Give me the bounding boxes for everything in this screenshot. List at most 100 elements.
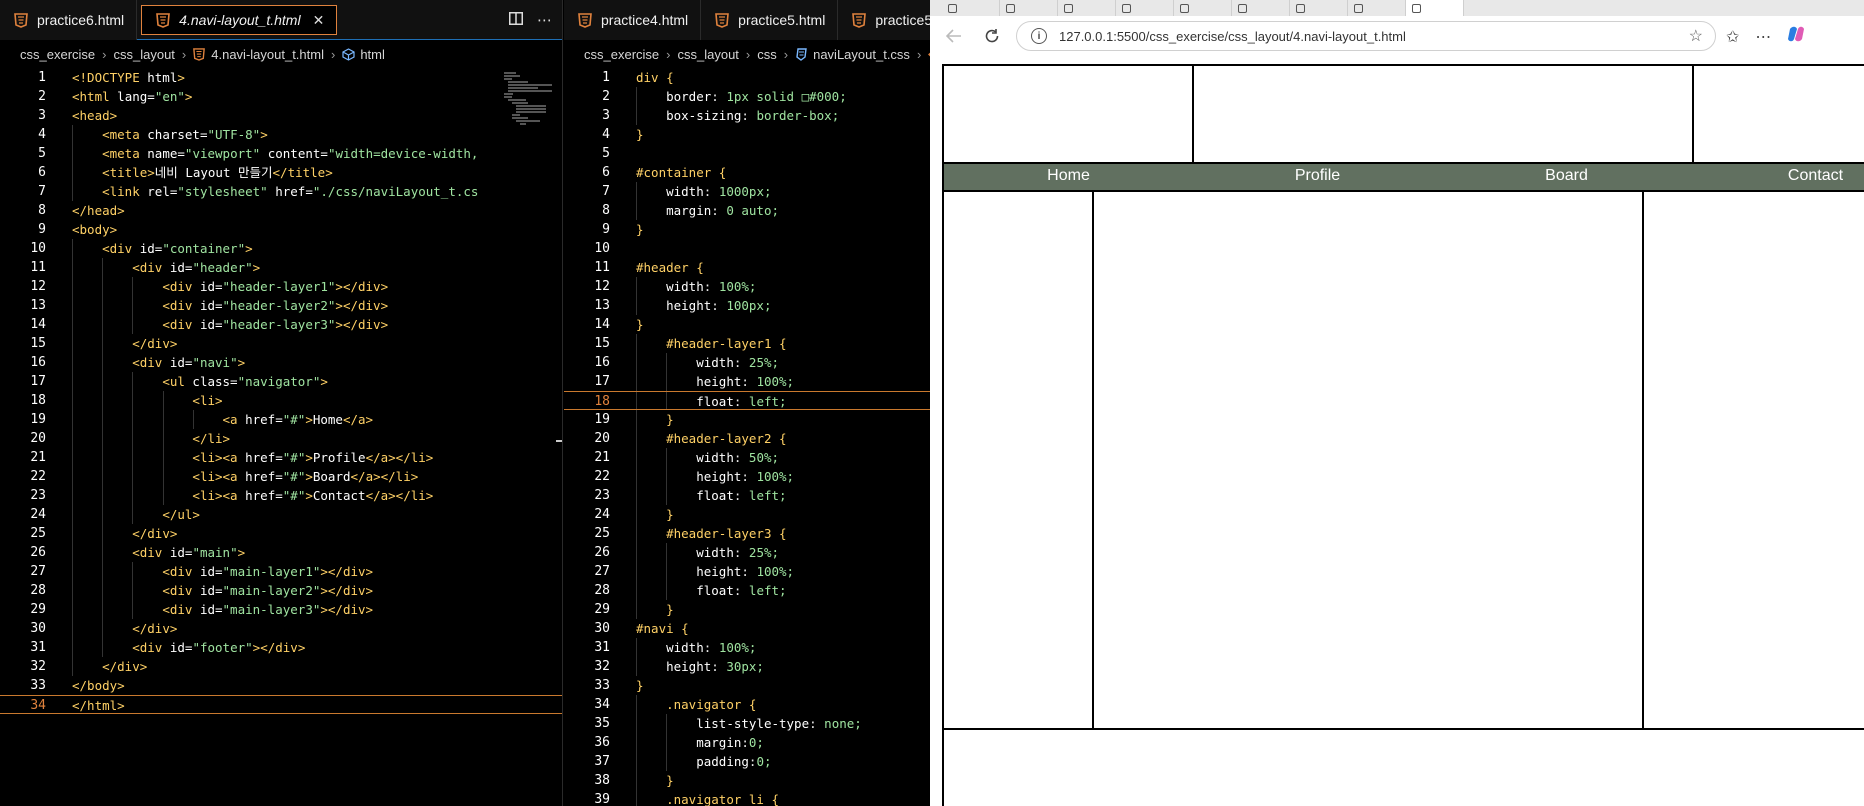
code-line[interactable]: 21 width: 50%; — [564, 448, 930, 467]
nav-link-profile[interactable]: Profile — [1193, 164, 1442, 190]
code-line[interactable]: 17 <ul class="navigator"> — [0, 372, 562, 391]
code-line[interactable]: 23 <li><a href="#">Contact</a></li> — [0, 486, 562, 505]
code-line[interactable]: 34 .navigator { — [564, 695, 930, 714]
code-line[interactable]: 2 <html lang="en"> — [0, 87, 562, 106]
code-line[interactable]: 13 <div id="header-layer2"></div> — [0, 296, 562, 315]
tab-practice5-html[interactable]: practice5.html — [701, 0, 839, 40]
code-line[interactable]: 15 </div> — [0, 334, 562, 353]
code-line[interactable]: 29 } — [564, 600, 930, 619]
code-line[interactable]: 30 #navi { — [564, 619, 930, 638]
code-line[interactable]: 1 <!DOCTYPE html> — [0, 68, 562, 87]
code-line[interactable]: 19 } — [564, 410, 930, 429]
code-line[interactable]: 25 </div> — [0, 524, 562, 543]
more-actions-icon[interactable]: ⋯ — [537, 11, 552, 29]
browser-tab[interactable] — [1174, 0, 1232, 16]
tab-practice6-html[interactable]: practice6.html — [0, 0, 138, 40]
breadcrumb-item[interactable]: css — [757, 47, 777, 62]
code-line[interactable]: 9 <body> — [0, 220, 562, 239]
page-viewport[interactable]: Home Profile Board Contact — [930, 56, 1864, 806]
reload-button[interactable] — [978, 22, 1006, 50]
code-line[interactable]: 18 float: left; — [564, 391, 930, 410]
code-line[interactable]: 37 padding:0; — [564, 752, 930, 771]
code-line[interactable]: 11 #header { — [564, 258, 930, 277]
code-line[interactable]: 1 div { — [564, 68, 930, 87]
css-code-area[interactable]: 1 div {2 border: 1px solid □#000; 3 box-si… — [564, 68, 930, 806]
code-line[interactable]: 15 #header-layer1 { — [564, 334, 930, 353]
code-line[interactable]: 7 <link rel="stylesheet" href="./css/nav… — [0, 182, 562, 201]
code-line[interactable]: 32 height: 30px; — [564, 657, 930, 676]
code-line[interactable]: 30 </div> — [0, 619, 562, 638]
site-info-icon[interactable]: i — [1031, 28, 1047, 44]
browser-tab[interactable] — [1058, 0, 1116, 16]
nav-link-contact[interactable]: Contact — [1691, 164, 1864, 190]
code-line[interactable]: 33 </body> — [0, 676, 562, 695]
code-line[interactable]: 12 width: 100%; — [564, 277, 930, 296]
nav-link-home[interactable]: Home — [944, 164, 1193, 190]
browser-tab[interactable] — [1290, 0, 1348, 16]
code-line[interactable]: 26 width: 25%; — [564, 543, 930, 562]
breadcrumb-item[interactable]: css_exercise — [20, 47, 95, 62]
code-line[interactable]: 31 <div id="footer"></div> — [0, 638, 562, 657]
address-bar[interactable]: i 127.0.0.1:5500/css_exercise/css_layout… — [1016, 21, 1716, 51]
code-line[interactable]: 2 border: 1px solid □#000; — [564, 87, 930, 106]
code-line[interactable]: 38 } — [564, 771, 930, 790]
code-line[interactable]: 26 <div id="main"> — [0, 543, 562, 562]
code-line[interactable]: 19 <a href="#">Home</a> — [0, 410, 562, 429]
breadcrumb-item[interactable]: css_layout — [677, 47, 738, 62]
code-line[interactable]: 29 <div id="main-layer3"></div> — [0, 600, 562, 619]
code-line[interactable]: 13 height: 100px; — [564, 296, 930, 315]
breadcrumb-item[interactable]: css_exercise — [584, 47, 659, 62]
browser-tab[interactable] — [1116, 0, 1174, 16]
browser-tab[interactable] — [942, 0, 1000, 16]
code-line[interactable]: 39 .navigator li { — [564, 790, 930, 806]
code-line[interactable]: 23 float: left; — [564, 486, 930, 505]
code-line[interactable]: 28 float: left; — [564, 581, 930, 600]
html-editor-pane[interactable]: practice6.html 4.navi-layout_t.html ✕ ⋯ … — [0, 0, 563, 806]
browser-tab-active[interactable] — [1406, 0, 1464, 16]
code-line[interactable]: 10 <div id="container"> — [0, 239, 562, 258]
code-line[interactable]: 34 </html> — [0, 695, 562, 714]
code-line[interactable]: 12 <div id="header-layer1"></div> — [0, 277, 562, 296]
code-line[interactable]: 27 height: 100%; — [564, 562, 930, 581]
html-code-area[interactable]: 1 <!DOCTYPE html> 2 <html lang="en"> 3 <head>… — [0, 68, 562, 714]
code-line[interactable]: 32 </div> — [0, 657, 562, 676]
code-line[interactable]: 17 height: 100%; — [564, 372, 930, 391]
code-line[interactable]: 22 <li><a href="#">Board</a></li> — [0, 467, 562, 486]
code-line[interactable]: 36 margin:0; — [564, 733, 930, 752]
code-line[interactable]: 20 #header-layer2 { — [564, 429, 930, 448]
code-line[interactable]: 16 width: 25%; — [564, 353, 930, 372]
browser-tab[interactable] — [1232, 0, 1290, 16]
code-line[interactable]: 22 height: 100%; — [564, 467, 930, 486]
tab-practice4-html[interactable]: practice4.html — [564, 0, 702, 40]
code-line[interactable]: 31 width: 100%; — [564, 638, 930, 657]
code-line[interactable]: 8 </head> — [0, 201, 562, 220]
code-line[interactable]: 9} — [564, 220, 930, 239]
breadcrumb-item[interactable]: 4.navi-layout_t.html — [211, 47, 324, 62]
browser-tab[interactable] — [1348, 0, 1406, 16]
code-line[interactable]: 28 <div id="main-layer2"></div> — [0, 581, 562, 600]
nav-link-board[interactable]: Board — [1442, 164, 1691, 190]
minimap[interactable] — [502, 70, 556, 130]
code-line[interactable]: 16 <div id="navi"> — [0, 353, 562, 372]
code-line[interactable]: 7 width: 1000px; — [564, 182, 930, 201]
code-line[interactable]: 5 <meta name="viewport" content="width=d… — [0, 144, 562, 163]
code-line[interactable]: 11 <div id="header"> — [0, 258, 562, 277]
breadcrumb-item[interactable]: naviLayout_t.css — [813, 47, 910, 62]
code-line[interactable]: 18 <li> — [0, 391, 562, 410]
tab-4-navi-layout-t-html[interactable]: 4.navi-layout_t.html ✕ — [141, 5, 338, 35]
split-divider-handle[interactable] — [556, 440, 562, 442]
browser-tab[interactable] — [1000, 0, 1058, 16]
tab-practice5-truncated[interactable]: practice5 — [838, 0, 930, 40]
code-line[interactable]: 25 #header-layer3 { — [564, 524, 930, 543]
code-line[interactable]: 33} — [564, 676, 930, 695]
code-line[interactable]: 6 <title>네비 Layout 만들기</title> — [0, 163, 562, 182]
breadcrumb-item[interactable]: css_layout — [113, 47, 174, 62]
code-line[interactable]: 21 <li><a href="#">Profile</a></li> — [0, 448, 562, 467]
code-line[interactable]: 5 — [564, 144, 930, 163]
code-line[interactable]: 4} — [564, 125, 930, 144]
copilot-icon[interactable] — [1787, 25, 1805, 47]
favorites-icon[interactable]: ✩ — [1726, 27, 1739, 46]
code-line[interactable]: 24 </ul> — [0, 505, 562, 524]
star-icon[interactable]: ☆ — [1689, 26, 1703, 46]
code-line[interactable]: 14} — [564, 315, 930, 334]
